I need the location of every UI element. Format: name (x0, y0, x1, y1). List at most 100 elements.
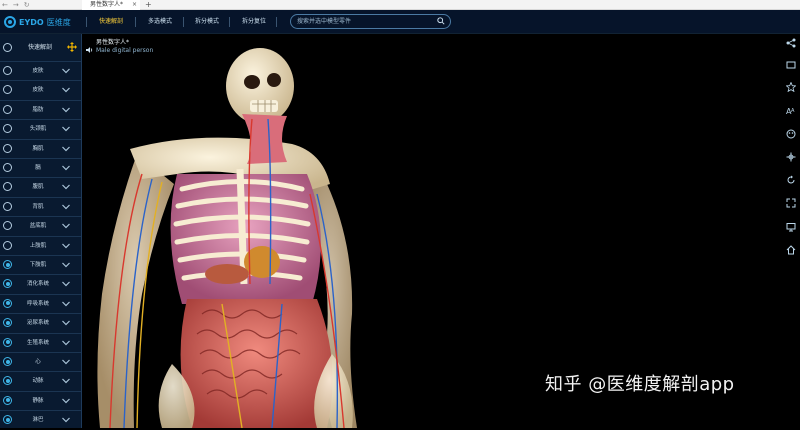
text-size-icon[interactable]: AA (786, 106, 796, 116)
chevron-down-icon[interactable] (61, 357, 71, 367)
layer-row[interactable]: 盆底肌 (0, 216, 82, 235)
layer-visibility-radio[interactable] (3, 395, 12, 405)
browser-tab[interactable]: 男性数字人* × (82, 0, 140, 10)
layer-visibility-radio[interactable] (3, 240, 12, 250)
layer-row[interactable]: 上肢肌 (0, 235, 82, 255)
app-logo: EYDO 医维度 (4, 14, 71, 30)
menu-quick-dissect[interactable]: 快速解剖 (99, 16, 123, 28)
chevron-down-icon[interactable] (61, 105, 71, 115)
layer-row[interactable]: 泌尿系统 (0, 313, 82, 332)
chevron-down-icon[interactable] (61, 124, 71, 134)
star-icon[interactable] (786, 82, 796, 92)
layer-visibility-radio[interactable] (3, 357, 12, 366)
chevron-down-icon[interactable] (61, 66, 71, 76)
layer-visibility-radio[interactable] (3, 163, 12, 172)
chevron-down-icon[interactable] (61, 221, 71, 231)
layer-label: 腹肌 (32, 184, 44, 191)
new-tab-button[interactable]: + (145, 0, 152, 10)
move-icon[interactable] (786, 152, 796, 162)
layer-label: 动脉 (32, 378, 44, 385)
layer-visibility-radio[interactable] (3, 85, 12, 95)
menu-split-reset[interactable]: 拆分复位 (242, 16, 266, 28)
layer-row[interactable]: 静脉 (0, 390, 82, 410)
chevron-down-icon[interactable] (61, 182, 71, 192)
search-icon[interactable] (437, 17, 445, 25)
layer-row[interactable]: 消化系统 (0, 274, 82, 293)
layer-row[interactable]: 心 (0, 352, 82, 371)
search-input[interactable]: 搜索并选中模型零件 (297, 15, 351, 28)
speaker-icon[interactable] (86, 39, 94, 53)
layer-visibility-radio[interactable] (3, 260, 12, 269)
select-all-radio[interactable] (3, 43, 12, 52)
logo-cn-text: 医维度 (46, 17, 71, 27)
palette-icon[interactable] (786, 129, 796, 139)
chevron-down-icon[interactable] (61, 241, 71, 251)
layer-visibility-radio[interactable] (3, 337, 12, 347)
3d-viewport[interactable] (82, 34, 782, 428)
chevron-down-icon[interactable] (61, 396, 71, 406)
home-icon[interactable] (786, 245, 796, 255)
chevron-down-icon[interactable] (61, 260, 71, 270)
layer-row[interactable]: 胸肌 (0, 138, 82, 158)
layer-row[interactable]: 下肢肌 (0, 255, 82, 274)
layer-visibility-radio[interactable] (3, 124, 12, 134)
menu-split-mode[interactable]: 拆分模式 (195, 16, 219, 28)
chevron-down-icon[interactable] (61, 85, 71, 95)
model-subtitle: Male digital person (96, 47, 154, 54)
search-box[interactable]: 搜索并选中模型零件 (290, 14, 451, 29)
layer-label: 呼吸系统 (26, 300, 49, 307)
chevron-down-icon[interactable] (61, 338, 71, 348)
layer-row[interactable]: 淋巴 (0, 410, 82, 429)
layer-row[interactable]: 膈 (0, 158, 82, 177)
layer-label: 上肢肌 (29, 242, 47, 249)
chevron-down-icon[interactable] (61, 376, 71, 386)
sidebar-header: 快速解剖 (0, 39, 82, 59)
chevron-down-icon[interactable] (61, 144, 71, 154)
model-title: 男性数字人* (96, 39, 130, 46)
layer-visibility-radio[interactable] (3, 318, 12, 328)
layer-row[interactable]: 皮肤 (0, 61, 82, 80)
layer-row[interactable]: 皮肤 (0, 80, 82, 99)
layer-visibility-radio[interactable] (3, 221, 12, 231)
app-top-bar: EYDO 医维度 快速解剖 多选模式 拆分模式 拆分复位 搜索并选中模型零件 (0, 10, 800, 34)
monitor-icon[interactable] (786, 222, 796, 232)
layer-visibility-radio[interactable] (3, 415, 12, 425)
menu-divider (86, 17, 87, 27)
logo-icon (4, 16, 16, 28)
browser-nav-buttons[interactable]: ←→↻ (2, 0, 35, 10)
layer-visibility-radio[interactable] (3, 66, 12, 75)
move-icon[interactable] (67, 42, 77, 52)
layer-label: 头颈肌 (29, 126, 47, 133)
layer-row[interactable]: 腹肌 (0, 177, 82, 196)
layer-visibility-radio[interactable] (3, 298, 12, 308)
layer-label: 盆底肌 (29, 223, 47, 230)
rotate-icon[interactable] (786, 175, 796, 185)
close-tab-icon[interactable]: × (132, 0, 137, 10)
chevron-down-icon[interactable] (61, 415, 71, 425)
layer-row[interactable]: 背肌 (0, 196, 82, 216)
menu-multi-select[interactable]: 多选模式 (148, 16, 172, 28)
anatomy-model[interactable] (82, 34, 782, 428)
layer-row[interactable]: 生殖系统 (0, 332, 82, 352)
layer-label: 消化系统 (26, 281, 49, 288)
menu-divider (183, 17, 184, 27)
layer-visibility-radio[interactable] (3, 279, 12, 289)
layer-row[interactable]: 头颈肌 (0, 119, 82, 138)
screen-icon[interactable] (786, 60, 796, 70)
layer-visibility-radio[interactable] (3, 201, 12, 211)
layer-row[interactable]: 呼吸系统 (0, 293, 82, 313)
layer-visibility-radio[interactable] (3, 182, 12, 192)
layer-visibility-radio[interactable] (3, 104, 12, 114)
share-icon[interactable] (786, 38, 796, 48)
chevron-down-icon[interactable] (61, 279, 71, 289)
chevron-down-icon[interactable] (61, 299, 71, 309)
layer-visibility-radio[interactable] (3, 143, 12, 153)
chevron-down-icon[interactable] (61, 163, 71, 173)
chevron-down-icon[interactable] (61, 318, 71, 328)
chevron-down-icon[interactable] (61, 202, 71, 212)
layer-visibility-radio[interactable] (3, 376, 12, 386)
fullscreen-icon[interactable] (786, 198, 796, 208)
layer-row[interactable]: 动脉 (0, 371, 82, 390)
layer-label: 生殖系统 (26, 339, 49, 346)
layer-row[interactable]: 脂肪 (0, 99, 82, 119)
